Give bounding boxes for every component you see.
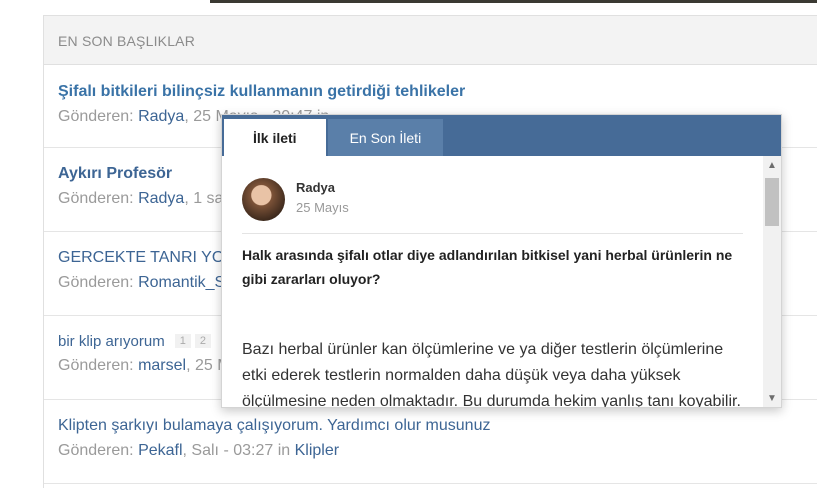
tab-latest-post[interactable]: En Son İleti (327, 119, 444, 156)
divider (242, 233, 743, 234)
author-link[interactable]: marsel (138, 357, 186, 374)
panel-title: EN SON BAŞLIKLAR (44, 16, 817, 65)
meta-label: Gönderen: (58, 357, 139, 374)
author-link[interactable]: Radya (138, 190, 184, 207)
page-link[interactable]: 1 (174, 334, 191, 348)
scroll-thumb[interactable] (765, 178, 779, 226)
tab-first-post[interactable]: İlk ileti (224, 119, 326, 156)
topic-title-link[interactable]: Klipten şarkıyı bulamaya çalışıyorum. Ya… (58, 417, 817, 435)
meta-label: Gönderen: (58, 108, 139, 125)
post-date: 25 Mayıs (296, 200, 349, 215)
topic-pagination: 12 (174, 334, 211, 348)
meta-label: Gönderen: (58, 442, 139, 459)
topic-meta: Gönderen: Pekafl, Salı - 03:27 in Kliple… (58, 442, 817, 460)
scroll-up-arrow-icon[interactable]: ▲ (763, 156, 781, 174)
meta-label: Gönderen: (58, 274, 139, 291)
header-photo-strip (210, 0, 817, 3)
author-link[interactable]: Romantik_S (138, 274, 225, 291)
author-name[interactable]: Radya (296, 180, 349, 195)
post-text: Bazı herbal ürünler kan ölçümlerine ve y… (242, 341, 741, 407)
author-link[interactable]: Pekafl (138, 442, 182, 459)
topic-item: Klipten şarkıyı bulamaya çalışıyorum. Ya… (44, 400, 817, 484)
topic-title-link[interactable]: Şifalı bitkileri bilinçsiz kullanmanın g… (58, 83, 817, 101)
page-link[interactable]: 2 (194, 334, 211, 348)
scrollbar[interactable]: ▲ ▼ (763, 156, 781, 407)
post-author: Radya 25 Mayıs (242, 178, 743, 221)
author-info: Radya 25 Mayıs (296, 180, 349, 215)
preview-body: Radya 25 Mayıs Halk arasında şifalı otla… (222, 156, 763, 407)
scroll-down-arrow-icon[interactable]: ▼ (763, 389, 781, 407)
post-lead: Halk arasında şifalı otlar diye adlandır… (242, 247, 733, 287)
meta-time: , Salı - 03:27 in (182, 442, 295, 459)
author-link[interactable]: Radya (138, 108, 184, 125)
category-link[interactable]: Klipler (295, 442, 339, 459)
topic-preview-popup: İlk ileti En Son İleti Radya 25 Mayıs Ha… (221, 114, 782, 408)
meta-label: Gönderen: (58, 190, 139, 207)
topic-title-text[interactable]: bir klip arıyorum (58, 333, 165, 350)
preview-tabs: İlk ileti En Son İleti (222, 115, 781, 156)
avatar[interactable] (242, 178, 285, 221)
